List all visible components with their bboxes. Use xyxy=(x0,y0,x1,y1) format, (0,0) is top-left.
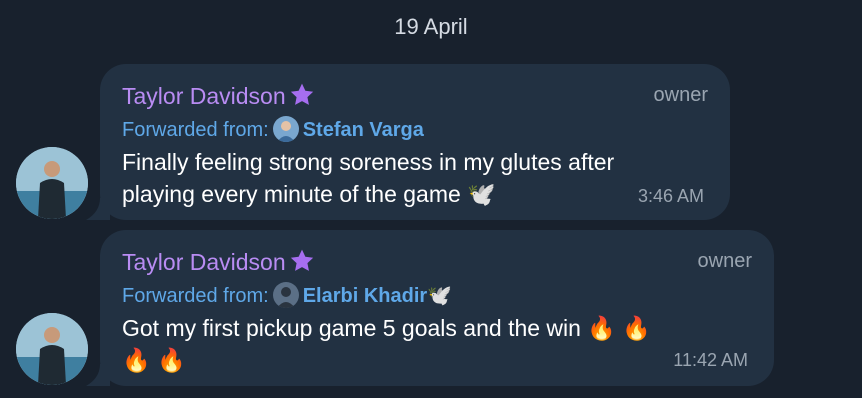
message-time: 11:42 AM xyxy=(673,350,748,370)
sender-name[interactable]: Taylor Davidson xyxy=(122,248,316,276)
date-separator: 19 April xyxy=(394,14,468,39)
sender-avatar[interactable] xyxy=(16,313,88,385)
forwarded-name[interactable]: Stefan Varga xyxy=(303,119,424,141)
forwarded-from[interactable]: Forwarded from: Stefan Varga xyxy=(122,116,424,142)
message-time: 3:46 AM xyxy=(637,186,704,206)
forwarded-avatar xyxy=(272,116,299,142)
message-line: Got my first pickup game 5 goals and the… xyxy=(122,315,651,341)
forwarded-from[interactable]: Forwarded from: Elarbi Khadir🕊️ xyxy=(122,282,452,308)
message-bubble[interactable]: Taylor Davidson owner Forwarded from: Ela… xyxy=(86,230,774,386)
forwarded-avatar xyxy=(272,282,299,308)
forwarded-label: Forwarded from: xyxy=(122,119,269,141)
message-line: 🔥 🔥 xyxy=(122,347,186,373)
sender-avatar[interactable] xyxy=(16,147,88,219)
bubble-tail xyxy=(86,364,110,386)
role-label: owner xyxy=(653,84,708,106)
message-line: Finally feeling strong soreness in my gl… xyxy=(122,149,615,175)
forwarded-name[interactable]: Elarbi Khadir🕊️ xyxy=(303,285,452,307)
star-icon xyxy=(290,83,313,105)
sender-name[interactable]: Taylor Davidson xyxy=(122,82,316,110)
forwarded-label: Forwarded from: xyxy=(122,285,269,307)
star-icon xyxy=(290,249,313,271)
role-label: owner xyxy=(697,250,752,272)
message-line: playing every minute of the game 🕊️ xyxy=(122,181,496,207)
message-text: Finally feeling strong soreness in my gl… xyxy=(122,146,722,210)
message-bubble[interactable]: Taylor Davidson owner Forwarded from: Ste… xyxy=(86,64,730,220)
message-text: Got my first pickup game 5 goals and the… xyxy=(122,312,762,376)
bubble-tail xyxy=(86,198,110,220)
